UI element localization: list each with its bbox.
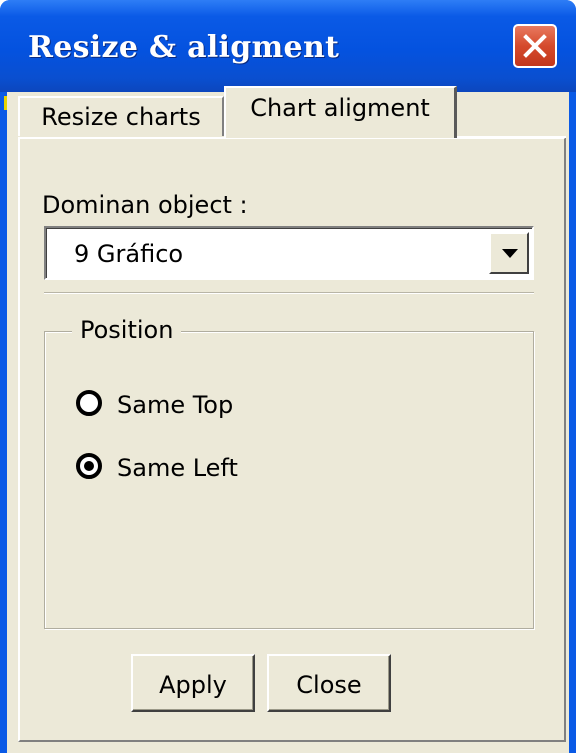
tab-resize-charts[interactable]: Resize charts	[18, 96, 224, 136]
separator	[44, 292, 534, 294]
radio-same-top[interactable]	[76, 390, 102, 416]
apply-button[interactable]: Apply	[131, 654, 255, 712]
tab-strip-line	[455, 136, 566, 138]
dropdown-button[interactable]	[489, 232, 529, 274]
window-border-left	[0, 100, 7, 753]
close-icon	[523, 34, 547, 58]
title-bar[interactable]: Resize & aligment	[0, 0, 576, 92]
radio-same-left-label[interactable]: Same Left	[117, 454, 238, 482]
close-window-button[interactable]	[513, 24, 557, 68]
position-group-legend: Position	[72, 316, 182, 344]
dialog-window: Resize & aligment Resize charts Chart al…	[0, 0, 576, 753]
radio-selected-dot	[84, 461, 94, 471]
close-button[interactable]: Close	[267, 654, 391, 712]
tab-chart-aligment[interactable]: Chart aligment	[224, 86, 457, 138]
dominant-object-label: Dominan object :	[42, 191, 248, 219]
close-button-label: Close	[296, 671, 362, 699]
tab-label: Chart aligment	[250, 94, 430, 122]
border-artifact	[4, 96, 7, 110]
dominant-object-select[interactable]: 9 Gráfico	[44, 226, 534, 280]
tab-label: Resize charts	[41, 103, 201, 131]
dominant-object-value: 9 Gráfico	[74, 240, 184, 268]
chevron-down-icon	[502, 249, 518, 258]
window-border-right	[569, 92, 576, 753]
apply-button-label: Apply	[159, 671, 227, 699]
radio-same-top-label[interactable]: Same Top	[117, 391, 233, 419]
radio-same-left[interactable]	[76, 453, 102, 479]
window-title: Resize & aligment	[28, 30, 340, 65]
